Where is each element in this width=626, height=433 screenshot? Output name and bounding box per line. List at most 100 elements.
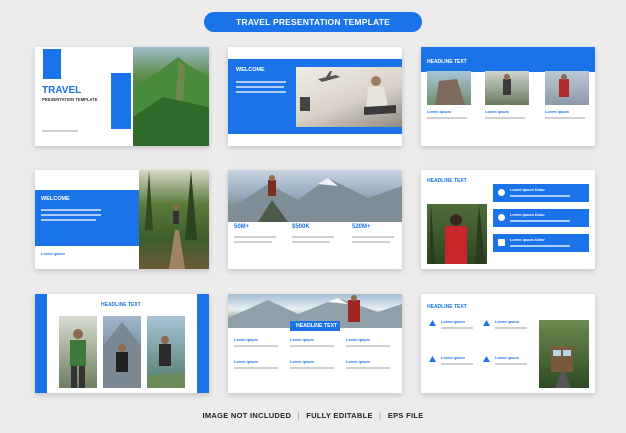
text-line <box>346 345 390 347</box>
gallery-heading: HEADLINE TEXT <box>427 59 467 65</box>
grid-heading: HEADLINE TEXT <box>296 323 338 329</box>
icon-caption: Lorem ipsum <box>495 320 519 324</box>
icon-caption: Lorem ipsum <box>495 356 519 360</box>
text-line <box>42 130 78 132</box>
lake-hiker-photo <box>147 316 185 388</box>
grid-caption: Lorem ipsum <box>290 360 314 364</box>
feature-item-2[interactable] <box>493 209 589 227</box>
text-line <box>545 117 585 119</box>
text-line <box>234 367 278 369</box>
slide-welcome[interactable]: WELCOME <box>228 47 402 146</box>
slide-grid-content[interactable]: HEADLINE TEXT Lorem ipsum Lorem ipsum Lo… <box>228 294 402 393</box>
slide-icon-list[interactable]: HEADLINE TEXT Lorem ipsum Lorem ipsum Lo… <box>421 294 595 393</box>
text-line <box>346 367 390 369</box>
slide-welcome-forest[interactable]: WELCOME Lorem ipsum <box>35 170 209 269</box>
text-line <box>510 245 570 247</box>
mountain-hiker-photo <box>103 316 141 388</box>
grid-caption: Lorem ipsum <box>234 360 258 364</box>
photo-caption: Lorem ipsum <box>427 110 451 114</box>
cover-title: TRAVEL <box>42 85 82 96</box>
footer-format-note: EPS FILE <box>387 411 424 420</box>
text-line <box>485 117 525 119</box>
feature-item-1[interactable] <box>493 184 589 202</box>
text-line <box>41 209 101 211</box>
footer-separator: | <box>379 411 382 420</box>
text-line <box>41 214 101 216</box>
forest-trail-photo <box>139 170 209 269</box>
text-line <box>352 241 390 243</box>
text-line <box>510 195 570 197</box>
text-line <box>236 91 286 93</box>
text-line <box>292 236 334 238</box>
slide-portraits[interactable]: HEADLINE TEXT <box>35 294 209 393</box>
grid-caption: Lorem ipsum <box>346 360 370 364</box>
features-heading: HEADLINE TEXT <box>427 178 467 184</box>
hiker-portrait-photo <box>59 316 97 388</box>
forest-rail-photo <box>539 320 589 388</box>
icon-list-heading: HEADLINE TEXT <box>427 304 467 310</box>
icon-caption: Lorem ipsum <box>441 320 465 324</box>
feature-label: Lorem Ipsum Dolor <box>510 188 545 192</box>
boulder-photo <box>427 71 471 105</box>
stat-value-2: $500K <box>292 224 310 230</box>
text-line <box>427 117 467 119</box>
caption-text: Lorem ipsum <box>41 252 65 256</box>
text-line <box>495 327 527 329</box>
grid-caption: Lorem ipsum <box>346 338 370 342</box>
send-icon <box>429 320 436 326</box>
mail-icon <box>498 239 505 246</box>
mountain-ridge-photo <box>133 47 209 146</box>
cover-subtitle: PRESENTATION TEMPLATE <box>42 97 98 102</box>
feature-item-3[interactable] <box>493 234 589 252</box>
text-line <box>234 236 276 238</box>
stat-value-1: 50M+ <box>234 224 250 230</box>
text-line <box>292 241 330 243</box>
airport-traveler-photo <box>296 67 402 127</box>
side-accent <box>35 294 47 393</box>
grid-caption: Lorem ipsum <box>234 338 258 342</box>
text-line <box>290 367 334 369</box>
text-line <box>41 219 96 221</box>
top-band <box>228 47 402 59</box>
accent-block <box>111 73 131 129</box>
grid-caption: Lorem ipsum <box>290 338 314 342</box>
slide-photo-gallery[interactable]: HEADLINE TEXT Lorem ipsum Lorem ipsum Lo… <box>421 47 595 146</box>
text-line <box>236 86 284 88</box>
handshake-icon <box>483 320 490 326</box>
text-line <box>236 81 286 83</box>
text-line <box>510 220 570 222</box>
stat-value-3: 520M+ <box>352 224 371 230</box>
text-line <box>495 363 527 365</box>
side-accent <box>197 294 209 393</box>
title-banner: TRAVEL PRESENTATION TEMPLATE <box>204 12 422 32</box>
slide-stats[interactable]: 50M+ $500K 520M+ <box>228 170 402 269</box>
text-line <box>441 363 473 365</box>
photo-caption: Lorem ipsum <box>485 110 509 114</box>
text-line <box>352 236 394 238</box>
slide-features[interactable]: HEADLINE TEXT Lorem Ipsum Dolor Lorem Ip… <box>421 170 595 269</box>
slide-cover[interactable]: TRAVEL PRESENTATION TEMPLATE <box>35 47 209 146</box>
footer-separator: | <box>297 411 300 420</box>
chart-icon <box>429 356 436 362</box>
accent-block <box>43 49 61 79</box>
text-line <box>290 345 334 347</box>
red-jacket-hiker-photo <box>427 204 487 264</box>
footer-editable-note: FULLY EDITABLE <box>306 411 373 420</box>
feature-label: Lorem Ipsum Dolor <box>510 213 545 217</box>
portraits-heading: HEADLINE TEXT <box>101 302 141 308</box>
text-line <box>234 241 272 243</box>
welcome-heading: WELCOME <box>41 196 70 202</box>
lightbulb-icon <box>498 214 505 221</box>
footer-notes: IMAGE NOT INCLUDED | FULLY EDITABLE | EP… <box>0 411 626 420</box>
footer-image-note: IMAGE NOT INCLUDED <box>202 411 292 420</box>
feature-label: Lorem Ipsum Dolor <box>510 238 545 242</box>
photo-caption: Lorem ipsum <box>545 110 569 114</box>
location-icon <box>483 356 490 362</box>
hiker-photo <box>485 71 529 105</box>
globe-icon <box>498 189 505 196</box>
icon-caption: Lorem ipsum <box>441 356 465 360</box>
mountain-peak-photo <box>228 170 402 222</box>
text-line <box>234 345 278 347</box>
backpacker-photo <box>545 71 589 105</box>
bottom-band <box>228 134 402 146</box>
